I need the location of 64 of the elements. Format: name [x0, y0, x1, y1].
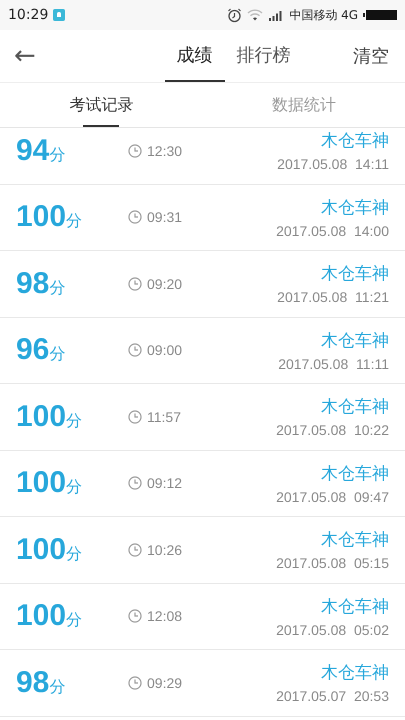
clock-icon	[128, 542, 142, 557]
score-value: 100	[16, 599, 66, 632]
user-name: 木仓车神	[321, 529, 389, 552]
score-value: 98	[16, 266, 50, 300]
duration-text: 12:08	[147, 608, 182, 624]
clock-icon	[128, 276, 142, 291]
record-date: 2017.05.08 10:22	[276, 422, 389, 438]
score-value: 100	[16, 400, 66, 433]
user-name: 木仓车神	[321, 462, 389, 485]
duration-text: 09:20	[147, 276, 182, 292]
clock-icon	[128, 210, 142, 224]
score-unit: 分	[66, 410, 82, 430]
score-unit: 分	[66, 477, 82, 496]
user-name: 木仓车神	[321, 330, 389, 352]
score-unit: 分	[66, 544, 82, 563]
battery-icon	[363, 9, 397, 21]
user-name: 木仓车神	[321, 662, 389, 684]
record-date: 2017.05.08 14:11	[277, 156, 389, 172]
score-value: 98	[16, 666, 50, 699]
carrier-label: 中国移动 4G	[289, 6, 358, 24]
alarm-icon	[227, 8, 242, 22]
record-date: 2017.05.08 11:21	[277, 289, 389, 306]
clock-icon	[128, 144, 142, 158]
duration-text: 09:00	[147, 342, 182, 358]
tab[interactable]: 排行榜	[224, 30, 302, 82]
clock-icon	[128, 410, 142, 424]
score-value: 100	[16, 200, 66, 234]
clock-icon	[128, 609, 142, 624]
score-unit: 分	[49, 278, 66, 297]
record-date: 2017.05.08 05:02	[276, 622, 389, 638]
score-value: 100	[16, 466, 66, 500]
back-button[interactable]: ←	[14, 41, 54, 71]
clock-icon	[128, 476, 142, 490]
score-value: 100	[16, 532, 66, 566]
user-name: 木仓车神	[321, 196, 389, 219]
score-unit: 分	[66, 211, 82, 230]
notification-icon	[53, 9, 66, 21]
record-date: 2017.05.08 05:15	[276, 555, 389, 572]
user-name: 木仓车神	[321, 596, 389, 618]
status-time: 10:29	[8, 7, 48, 23]
duration-text: 09:12	[147, 475, 182, 492]
duration-text: 09:31	[147, 209, 182, 226]
score-unit: 分	[66, 610, 82, 630]
record-date: 2017.05.08 11:11	[278, 356, 389, 372]
duration-text: 10:26	[147, 542, 182, 558]
user-name: 木仓车神	[321, 130, 389, 152]
record-date: 2017.05.07 20:53	[276, 688, 389, 704]
duration-text: 11:57	[147, 408, 181, 425]
score-unit: 分	[49, 676, 66, 696]
wifi-icon	[247, 9, 264, 21]
clock-icon	[128, 343, 142, 358]
duration-text: 09:29	[147, 674, 182, 691]
record-date: 2017.05.08 14:00	[276, 222, 389, 239]
user-name: 木仓车神	[321, 396, 389, 418]
score-unit: 分	[49, 144, 66, 164]
clock-icon	[128, 676, 142, 690]
duration-text: 12:30	[147, 142, 182, 159]
score-value: 96	[16, 333, 50, 366]
record-date: 2017.05.08 09:47	[276, 488, 389, 505]
signal-icon	[268, 9, 284, 21]
clear-button[interactable]: 清空	[353, 44, 389, 68]
score-unit: 分	[49, 344, 66, 364]
score-value: 94	[16, 134, 50, 167]
user-name: 木仓车神	[321, 263, 389, 286]
